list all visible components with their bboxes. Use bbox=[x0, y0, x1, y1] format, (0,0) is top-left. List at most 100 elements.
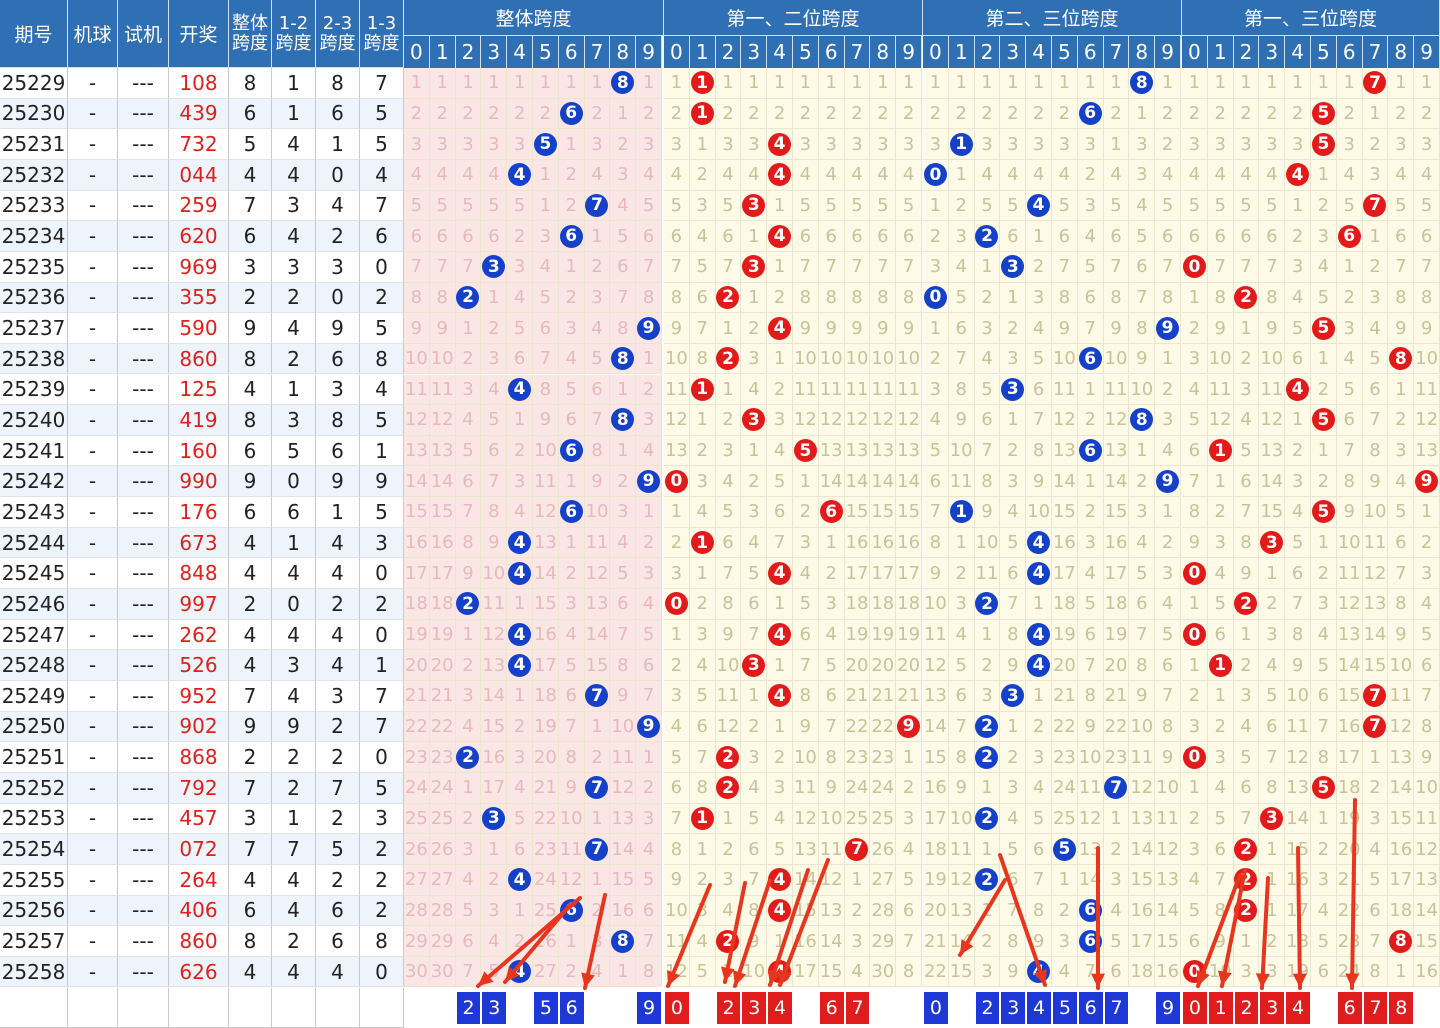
missing-cell: 3 bbox=[1388, 435, 1415, 467]
missing-cell: 1 bbox=[481, 282, 508, 314]
missing-cell: 3 bbox=[404, 129, 430, 160]
missing-cell: 0 bbox=[664, 466, 690, 498]
cell-span-0: 8 bbox=[229, 343, 272, 375]
missing-cell: 2 bbox=[1000, 742, 1027, 773]
missing-cell: 26 bbox=[870, 834, 897, 865]
digit-header: 5 bbox=[793, 36, 819, 68]
missing-cell: 5 bbox=[1388, 190, 1415, 222]
hit-ball: 2 bbox=[716, 929, 740, 953]
missing-cell: 3 bbox=[481, 251, 508, 283]
hit-ball: 2 bbox=[1234, 898, 1258, 922]
missing-cell: 3 bbox=[610, 159, 637, 191]
missing-cell: 1 bbox=[896, 68, 922, 99]
header-draw: 开奖 bbox=[169, 0, 229, 68]
missing-cell: 7 bbox=[715, 558, 742, 590]
hit-ball: 1 bbox=[949, 132, 973, 156]
summary-digit-box: 2 bbox=[715, 990, 742, 1025]
missing-cell: 13 bbox=[1077, 834, 1104, 865]
missing-cell: 13 bbox=[870, 435, 897, 467]
missing-cell: 1 bbox=[584, 803, 611, 835]
missing-cell: 2 bbox=[974, 650, 1001, 681]
missing-cell: 9 bbox=[610, 681, 637, 712]
missing-cell: 5 bbox=[1207, 803, 1234, 835]
missing-cell: 1 bbox=[558, 129, 585, 160]
missing-cell: 2 bbox=[558, 159, 585, 191]
missing-cell: 6 bbox=[1103, 956, 1130, 988]
missing-cell: 10 bbox=[404, 343, 430, 375]
missing-cell: 13 bbox=[1052, 435, 1078, 467]
missing-cell: 3 bbox=[818, 129, 845, 160]
cell-trial: --- bbox=[118, 190, 169, 222]
missing-cell: 11 bbox=[1129, 742, 1156, 773]
hit-ball: 3 bbox=[1260, 806, 1284, 830]
hit-ball: 9 bbox=[1415, 469, 1439, 493]
missing-cell: 5 bbox=[558, 650, 585, 681]
missing-cell: 17 bbox=[1285, 895, 1311, 927]
missing-cell: 9 bbox=[1000, 956, 1027, 988]
missing-cell: 16 bbox=[1336, 711, 1363, 743]
missing-cell: 26 bbox=[533, 926, 559, 957]
missing-cell: 11 bbox=[793, 772, 819, 804]
missing-cell: 6 bbox=[923, 466, 949, 498]
missing-cell: 1 bbox=[1182, 772, 1208, 804]
cell-span-3: 0 bbox=[360, 558, 404, 590]
missing-cell: 4 bbox=[1052, 956, 1078, 988]
missing-cell: 8 bbox=[1233, 527, 1260, 559]
missing-cell: 4 bbox=[1052, 159, 1078, 191]
missing-cell: 8 bbox=[948, 742, 975, 773]
missing-cell: 10 bbox=[1362, 497, 1389, 528]
missing-cell: 1 bbox=[1388, 68, 1415, 99]
missing-cell: 4 bbox=[870, 159, 897, 191]
hit-ball: 9 bbox=[1156, 469, 1180, 493]
missing-cell: 1 bbox=[610, 98, 637, 130]
missing-cell: 11 bbox=[793, 374, 819, 406]
hit-ball: 1 bbox=[1208, 439, 1232, 463]
missing-cell: 1 bbox=[1285, 68, 1311, 99]
missing-cell: 7 bbox=[741, 619, 768, 651]
cell-draw: 176 bbox=[169, 497, 229, 528]
missing-cell: 6 bbox=[1311, 681, 1337, 712]
missing-cell: 4 bbox=[481, 374, 508, 406]
missing-cell: 8 bbox=[1052, 282, 1078, 314]
missing-cell: 2 bbox=[558, 956, 585, 988]
missing-cell: 6 bbox=[1207, 834, 1234, 865]
missing-cell: 5 bbox=[455, 435, 482, 467]
missing-cell: 0 bbox=[1182, 742, 1208, 773]
missing-cell: 3 bbox=[1259, 619, 1286, 651]
missing-cell: 8 bbox=[1026, 435, 1052, 467]
cell-span-2: 4 bbox=[316, 956, 360, 988]
missing-cell: 4 bbox=[767, 159, 793, 191]
missing-cell: 2 bbox=[558, 558, 585, 590]
summary-digit-box: 6 bbox=[558, 990, 585, 1025]
missing-cell: 1 bbox=[1285, 405, 1311, 436]
missing-cell: 5 bbox=[1259, 681, 1286, 712]
hit-ball: 8 bbox=[611, 408, 635, 432]
missing-cell: 10 bbox=[923, 589, 949, 620]
missing-cell: 6 bbox=[1362, 374, 1389, 406]
cell-span-2: 2 bbox=[316, 864, 360, 896]
missing-cell: 15 bbox=[1388, 803, 1415, 835]
cell-span-1: 1 bbox=[272, 527, 316, 559]
missing-cell: 4 bbox=[1233, 405, 1260, 436]
missing-cell: 4 bbox=[1182, 864, 1208, 896]
missing-cell: 3 bbox=[1285, 466, 1311, 498]
missing-cell: 5 bbox=[741, 558, 768, 590]
missing-cell: 8 bbox=[1000, 619, 1027, 651]
missing-cell: 17 bbox=[793, 956, 819, 988]
missing-cell: 4 bbox=[1026, 190, 1052, 222]
cell-span-0: 2 bbox=[229, 742, 272, 773]
missing-cell: 9 bbox=[1129, 681, 1156, 712]
missing-cell: 3 bbox=[974, 313, 1001, 344]
missing-cell: 7 bbox=[1388, 251, 1415, 283]
missing-cell: 12 bbox=[1336, 589, 1363, 620]
cell-span-3: 5 bbox=[360, 129, 404, 160]
digit-header: 1 bbox=[1207, 36, 1234, 68]
missing-cell: 8 bbox=[1259, 282, 1286, 314]
missing-cell: 5 bbox=[1155, 619, 1181, 651]
missing-cell: 11 bbox=[818, 834, 845, 865]
missing-cell: 20 bbox=[1052, 650, 1078, 681]
missing-cell: 27 bbox=[429, 864, 456, 896]
missing-cell: 2 bbox=[715, 98, 742, 130]
cell-span-2: 6 bbox=[316, 895, 360, 927]
missing-cell: 8 bbox=[1103, 282, 1130, 314]
